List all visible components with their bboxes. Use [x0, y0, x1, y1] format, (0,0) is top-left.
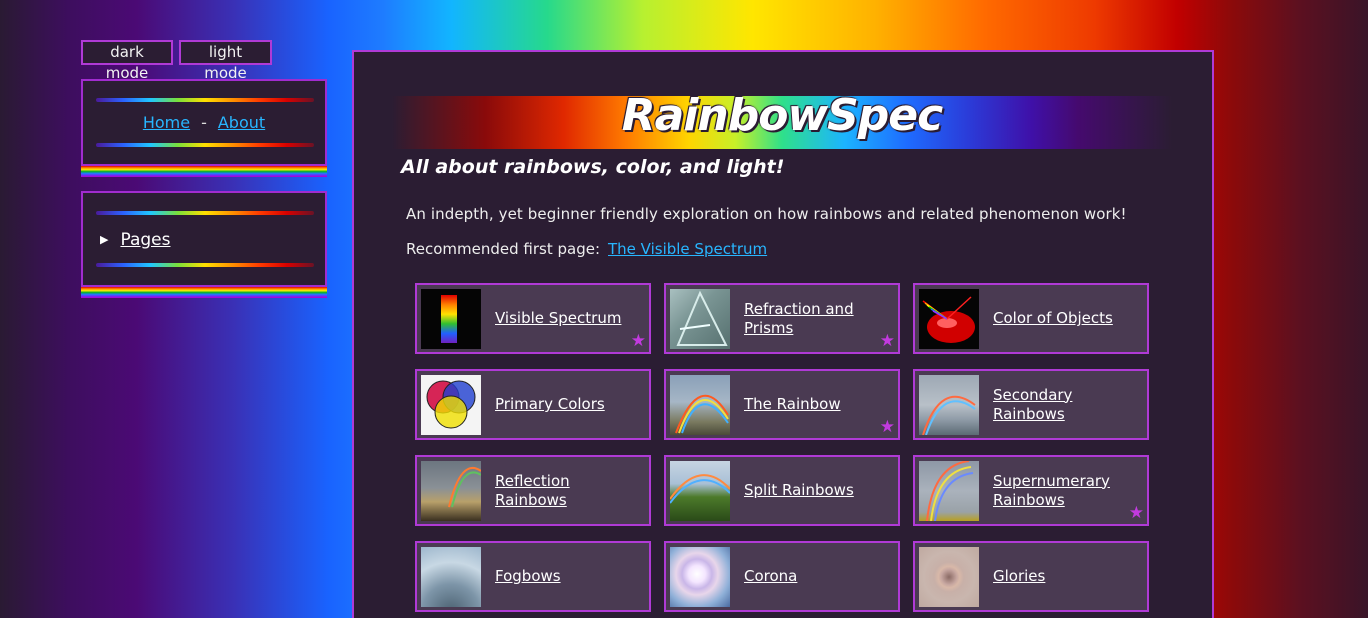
pages-toggle[interactable]: ▶ Pages	[100, 230, 170, 250]
card-reflection-rainbows[interactable]: Reflection Rainbows	[415, 455, 651, 526]
card-label[interactable]: Supernumerary Rainbows	[993, 457, 1143, 524]
about-link[interactable]: About	[218, 113, 265, 132]
nav-links: Home - About	[83, 113, 325, 132]
rainbow-thumb	[670, 375, 730, 435]
recommend-label: Recommended first page:	[406, 240, 600, 258]
page-card-grid: Visible Spectrum ★ Refraction and Prisms…	[415, 283, 1149, 612]
dark-mode-button[interactable]: dark mode	[81, 40, 173, 82]
rainbow-divider	[96, 211, 314, 215]
reflection-rainbow-thumb	[421, 461, 482, 521]
card-visible-spectrum[interactable]: Visible Spectrum ★	[415, 283, 651, 354]
objects-thumb	[919, 289, 979, 349]
card-refraction-prisms[interactable]: Refraction and Prisms ★	[664, 283, 900, 354]
recommend-link[interactable]: The Visible Spectrum	[608, 240, 767, 258]
star-icon: ★	[630, 331, 646, 351]
card-label[interactable]: Fogbows	[495, 543, 645, 610]
recommendation: Recommended first page: The Visible Spect…	[406, 240, 767, 258]
card-label[interactable]: Color of Objects	[993, 285, 1143, 352]
intro-text: An indepth, yet beginner friendly explor…	[406, 205, 1127, 223]
rainbow-divider	[96, 263, 314, 267]
primary-colors-thumb	[421, 375, 481, 435]
card-supernumerary-rainbows[interactable]: Supernumerary Rainbows ★	[913, 455, 1149, 526]
card-secondary-rainbows[interactable]: Secondary Rainbows	[913, 369, 1149, 440]
card-label[interactable]: Primary Colors	[495, 371, 645, 438]
home-link[interactable]: Home	[143, 113, 190, 132]
card-the-rainbow[interactable]: The Rainbow ★	[664, 369, 900, 440]
card-label[interactable]: Reflection Rainbows	[495, 457, 645, 524]
star-icon: ★	[879, 417, 895, 437]
pages-panel: ▶ Pages	[81, 191, 327, 287]
rainbow-divider	[96, 98, 314, 102]
spectrum-thumb	[421, 289, 481, 349]
card-fogbows[interactable]: Fogbows	[415, 541, 651, 612]
main-content: RainbowSpec All about rainbows, color, a…	[352, 50, 1214, 618]
card-label[interactable]: Visible Spectrum	[495, 285, 645, 352]
nav-separator: -	[201, 113, 207, 132]
card-glories[interactable]: Glories	[913, 541, 1149, 612]
pages-label: Pages	[120, 230, 171, 250]
star-icon: ★	[1128, 503, 1144, 523]
card-label[interactable]: Corona	[744, 543, 894, 610]
card-label[interactable]: Secondary Rainbows	[993, 371, 1143, 438]
star-icon: ★	[879, 331, 895, 351]
triangle-right-icon: ▶	[100, 233, 109, 246]
glory-thumb	[919, 547, 979, 607]
rainbow-divider	[96, 143, 314, 147]
card-primary-colors[interactable]: Primary Colors	[415, 369, 651, 440]
card-label[interactable]: Split Rainbows	[744, 457, 894, 524]
rainbow-stripe	[81, 287, 327, 298]
site-title: RainbowSpec	[621, 90, 943, 141]
card-corona[interactable]: Corona	[664, 541, 900, 612]
nav-panel: Home - About	[81, 79, 327, 166]
split-rainbow-thumb	[669, 461, 731, 521]
secondary-rainbow-thumb	[919, 375, 979, 436]
tagline: All about rainbows, color, and light!	[401, 156, 785, 178]
card-label[interactable]: Refraction and Prisms	[744, 285, 894, 352]
corona-thumb	[670, 547, 730, 607]
title-banner: RainbowSpec	[392, 90, 1172, 149]
card-split-rainbows[interactable]: Split Rainbows	[664, 455, 900, 526]
fogbow-thumb	[421, 547, 481, 607]
prism-thumb	[670, 289, 730, 349]
card-label[interactable]: Glories	[993, 543, 1143, 610]
supernumerary-thumb	[919, 460, 979, 522]
card-color-of-objects[interactable]: Color of Objects	[913, 283, 1149, 354]
card-label[interactable]: The Rainbow	[744, 371, 894, 438]
rainbow-stripe	[81, 166, 327, 177]
light-mode-button[interactable]: light mode	[179, 40, 272, 82]
